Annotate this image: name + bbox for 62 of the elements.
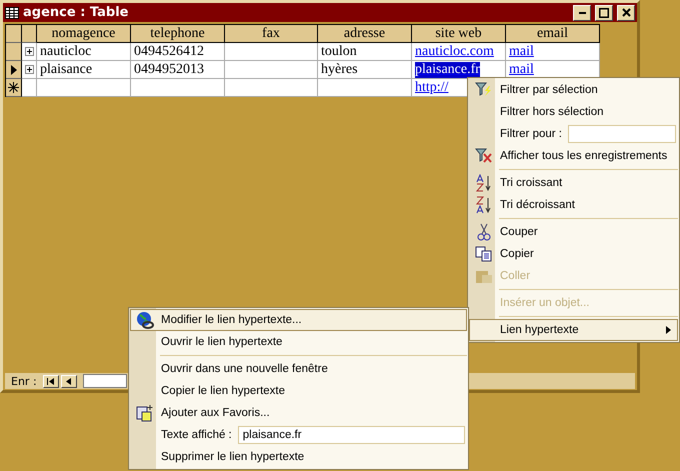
table-cell: 0494526412 xyxy=(131,43,225,61)
sort-ascending-icon xyxy=(474,174,492,192)
sort-descending-icon xyxy=(474,196,492,214)
submenu-arrow-icon xyxy=(666,326,671,334)
maximize-icon xyxy=(599,8,609,18)
menu-item[interactable]: Ajouter aux Favoris... xyxy=(130,402,467,424)
menu-item[interactable]: Filtrer hors sélection xyxy=(469,101,678,123)
copy-icon xyxy=(474,246,492,262)
window-title: agence : Table xyxy=(23,5,130,20)
paste-icon xyxy=(474,268,492,284)
table-cell: plaisance xyxy=(37,61,131,79)
menu-item[interactable]: Tri croissant xyxy=(469,172,678,194)
maximize-button[interactable] xyxy=(595,4,613,20)
filter-icon xyxy=(474,82,492,98)
column-header[interactable]: fax xyxy=(225,25,318,43)
scissors-icon xyxy=(476,223,490,241)
new-record-icon xyxy=(8,82,19,93)
record-selector[interactable] xyxy=(6,43,22,61)
hyperlink-cell[interactable]: plaisance.fr xyxy=(412,61,506,79)
column-header[interactable]: email xyxy=(506,25,600,43)
close-icon xyxy=(622,8,630,17)
column-header[interactable]: nomagence xyxy=(37,25,131,43)
column-header[interactable]: adresse xyxy=(318,25,412,43)
hyperlink-cell[interactable]: nauticloc.com xyxy=(412,43,506,61)
menu-field-label: Texte affiché : xyxy=(160,429,232,441)
menu-item[interactable]: Copier le lien hypertexte xyxy=(130,380,467,402)
menu-item[interactable]: Afficher tous les enregistrements xyxy=(469,145,678,167)
minimize-button[interactable] xyxy=(573,4,591,20)
table-cell: toulon xyxy=(318,43,412,61)
first-record-button[interactable] xyxy=(42,374,59,388)
column-header[interactable]: telephone xyxy=(131,25,225,43)
minimize-icon xyxy=(578,12,586,14)
record-label: Enr : xyxy=(11,374,37,388)
record-number-field[interactable] xyxy=(82,374,127,388)
add-favorites-icon xyxy=(136,404,154,422)
record-selector[interactable] xyxy=(6,79,22,97)
close-button[interactable] xyxy=(617,4,635,20)
menu-item[interactable]: Ouvrir dans une nouvelle fenêtre xyxy=(130,358,467,380)
column-header[interactable]: site web xyxy=(412,25,506,43)
expand-icon[interactable] xyxy=(24,65,34,74)
menu-item[interactable]: Ouvrir le lien hypertexte xyxy=(130,331,467,353)
record-selector[interactable] xyxy=(6,61,22,79)
menu-item[interactable]: Tri décroissant xyxy=(469,194,678,216)
table-cell: hyères xyxy=(318,61,412,79)
menu-item[interactable]: Supprimer le lien hypertexte xyxy=(130,446,467,468)
previous-record-button[interactable] xyxy=(60,374,77,388)
menu-item[interactable]: Couper xyxy=(469,221,678,243)
expand-icon[interactable] xyxy=(24,47,34,56)
menu-field-label: Filtrer pour : xyxy=(499,128,562,140)
globe-link-icon xyxy=(134,310,154,330)
table-cell: nauticloc xyxy=(37,43,131,61)
menu-item[interactable]: Copier xyxy=(469,243,678,265)
hyperlink-cell[interactable]: mail xyxy=(506,43,600,61)
filter-clear-icon xyxy=(474,148,492,164)
menu-text-field[interactable]: plaisance.fr xyxy=(238,426,465,444)
first-record-icon xyxy=(47,378,54,384)
table-icon xyxy=(5,6,19,18)
menu-item[interactable]: Modifier le lien hypertexte... xyxy=(130,309,467,331)
previous-record-icon xyxy=(66,378,72,384)
table-cell: 0494952013 xyxy=(131,61,225,79)
menu-item[interactable]: Lien hypertexte xyxy=(469,319,678,341)
menu-text-field[interactable] xyxy=(568,125,676,143)
